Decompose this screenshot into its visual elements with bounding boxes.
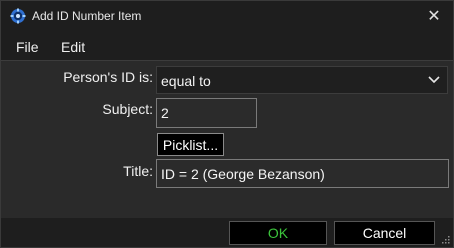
menu-edit[interactable]: Edit [61, 39, 85, 55]
title-bar[interactable]: Add ID Number Item ✕ [1, 1, 453, 32]
person-id-select[interactable]: equal to [156, 66, 448, 94]
picklist-button[interactable]: Picklist... [157, 133, 224, 156]
subject-label: Subject: [102, 101, 153, 117]
person-id-select-value: equal to [161, 73, 211, 89]
menu-bar: File Edit [1, 32, 453, 60]
menu-file[interactable]: File [16, 39, 39, 55]
close-icon: ✕ [427, 8, 441, 25]
resize-grip-icon[interactable] [440, 234, 450, 244]
form-panel: Person's ID is: equal to Subject: 2 Pick… [1, 60, 453, 218]
title-label: Title: [123, 163, 153, 179]
gear-globe-icon [10, 8, 26, 24]
cancel-button[interactable]: Cancel [334, 221, 435, 245]
ok-button[interactable]: OK [229, 221, 327, 245]
close-button[interactable]: ✕ [423, 5, 445, 27]
chevron-down-icon [428, 76, 440, 84]
person-id-label: Person's ID is: [63, 69, 153, 85]
subject-input[interactable]: 2 [156, 98, 257, 128]
dialog-footer: OK Cancel [1, 218, 453, 247]
dialog-window: Add ID Number Item ✕ File Edit Person's … [0, 0, 454, 248]
title-input[interactable]: ID = 2 (George Bezanson) [156, 159, 449, 188]
window-title: Add ID Number Item [32, 9, 142, 23]
